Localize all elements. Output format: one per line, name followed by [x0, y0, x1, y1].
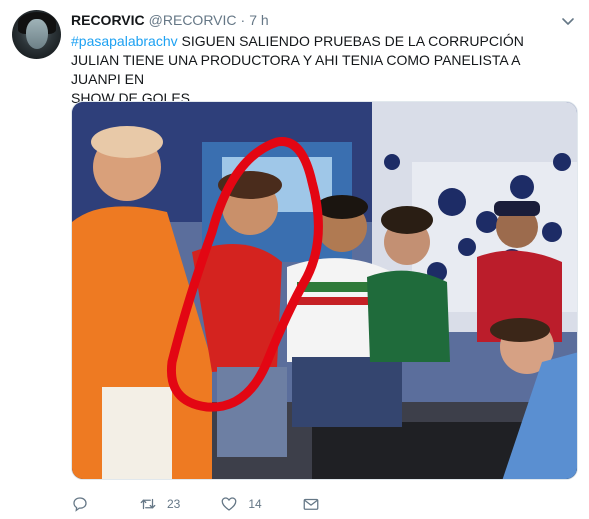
chevron-down-icon[interactable]	[561, 14, 575, 28]
like-icon[interactable]	[220, 495, 238, 513]
like-count: 14	[248, 497, 262, 511]
tweet-text-line-2: JULIAN TIENE UNA PRODUCTORA Y AHI TENIA …	[71, 52, 520, 87]
avatar-face	[26, 19, 48, 49]
tweet-text: #pasapalabrachv SIGUEN SALIENDO PRUEBAS …	[71, 32, 571, 108]
photo-illustration	[72, 102, 577, 479]
user-handle[interactable]: @RECORVIC	[149, 12, 237, 28]
separator-dot: ·	[240, 12, 246, 28]
dm-action[interactable]	[302, 495, 330, 513]
tweet-header: RECORVIC @RECORVIC · 7 h	[71, 11, 269, 29]
display-name[interactable]: RECORVIC	[71, 12, 145, 28]
avatar[interactable]	[12, 10, 61, 59]
reply-icon[interactable]	[71, 495, 89, 513]
tweet-time[interactable]: 7 h	[249, 12, 268, 28]
retweet-icon[interactable]	[139, 495, 157, 513]
dm-icon[interactable]	[302, 495, 320, 513]
tweet-photo[interactable]	[71, 101, 578, 480]
reply-action[interactable]	[71, 495, 99, 513]
like-action[interactable]: 14	[220, 495, 262, 513]
tweet-actions: 23 14	[71, 494, 370, 514]
retweet-count: 23	[167, 497, 181, 511]
hashtag-link[interactable]: #pasapalabrachv	[71, 33, 178, 49]
tweet-text-line-1: SIGUEN SALIENDO PRUEBAS DE LA CORRUPCIÓN	[177, 33, 524, 49]
retweet-action[interactable]: 23	[139, 495, 180, 513]
